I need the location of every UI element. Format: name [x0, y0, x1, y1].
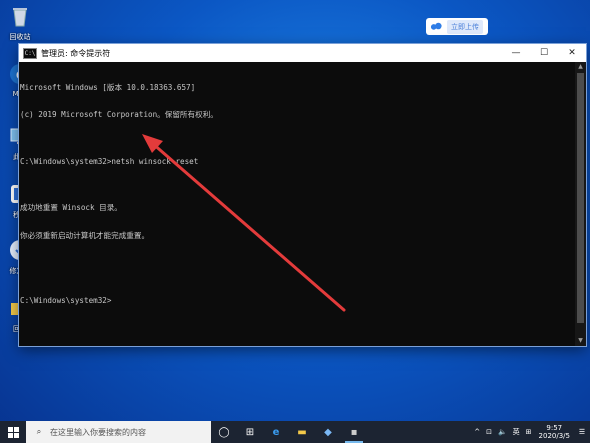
search-icon: ⌕ — [36, 427, 42, 436]
console-line: Microsoft Windows [版本 10.0.18363.657] — [20, 82, 196, 92]
desktop-icon-label: 回收站 — [9, 33, 31, 41]
window-title: 管理员: 命令提示符 — [41, 48, 111, 58]
scroll-thumb[interactable] — [577, 73, 584, 323]
windows-logo-icon — [7, 426, 19, 438]
start-button[interactable] — [0, 421, 26, 443]
system-tray: ^ ⊡ 🔈 英 ⊞ 9:57 2020/3/5 ☰ — [471, 421, 590, 443]
baidu-cloud-icon — [430, 22, 442, 30]
cmd-taskbar-icon[interactable]: ▪ — [341, 421, 367, 443]
console-prompt: C:\Windows\system32> — [20, 296, 112, 306]
explorer-taskbar-icon[interactable]: ▬ — [289, 421, 315, 443]
minimize-button[interactable]: — — [502, 44, 530, 62]
multitask-button[interactable]: ⊞ — [237, 421, 263, 443]
recycle-bin-icon — [13, 8, 27, 27]
notification-center-icon[interactable]: ☰ — [574, 428, 590, 436]
window-titlebar[interactable]: C:\ 管理员: 命令提示符 — ☐ ✕ — [19, 44, 586, 62]
desktop-icon-recycle-bin[interactable]: 回收站 — [2, 4, 38, 42]
console-line: 你必须重新启动计算机才能完成重置。 — [20, 231, 150, 241]
maximize-button[interactable]: ☐ — [530, 44, 558, 62]
taskbar-clock[interactable]: 9:57 2020/3/5 — [539, 424, 570, 440]
clock-time: 9:57 — [546, 424, 563, 432]
scroll-up-icon[interactable]: ▲ — [575, 62, 586, 72]
task-view-button[interactable]: ◯ — [211, 421, 237, 443]
clock-date: 2020/3/5 — [538, 432, 570, 440]
volume-icon[interactable]: 🔈 — [498, 428, 507, 436]
console-line: C:\Windows\system32>netsh winsock reset — [20, 156, 199, 166]
network-icon[interactable]: ⊡ — [486, 428, 492, 436]
store-taskbar-icon[interactable]: ◆ — [315, 421, 341, 443]
console-output[interactable]: Microsoft Windows [版本 10.0.18363.657] (c… — [19, 62, 576, 348]
tray-chevron-icon[interactable]: ^ — [474, 428, 480, 436]
ime-icon[interactable]: ⊞ — [526, 428, 532, 436]
cmd-app-icon: C:\ — [23, 47, 37, 59]
edge-taskbar-icon[interactable]: e — [263, 421, 289, 443]
search-placeholder: 在这里输入你要搜索的内容 — [50, 427, 146, 437]
cmd-window[interactable]: C:\ 管理员: 命令提示符 — ☐ ✕ Microsoft Windows [… — [19, 44, 586, 346]
taskbar: ⌕ 在这里输入你要搜索的内容 ◯ ⊞ e ▬ ◆ ▪ ^ ⊡ 🔈 英 ⊞ 9:5… — [0, 421, 590, 443]
vertical-scrollbar[interactable]: ▲ ▼ — [575, 62, 586, 346]
input-language-indicator[interactable]: 英 — [513, 427, 520, 437]
console-line: (c) 2019 Microsoft Corporation。保留所有权利。 — [20, 110, 218, 120]
cloud-upload-widget[interactable]: 立即上传 — [426, 18, 488, 35]
console-line: 成功地重置 Winsock 目录。 — [20, 203, 122, 213]
taskbar-search-box[interactable]: ⌕ 在这里输入你要搜索的内容 — [26, 421, 211, 443]
close-button[interactable]: ✕ — [558, 44, 586, 62]
scroll-down-icon[interactable]: ▼ — [575, 336, 586, 346]
upload-now-button[interactable]: 立即上传 — [447, 19, 483, 34]
